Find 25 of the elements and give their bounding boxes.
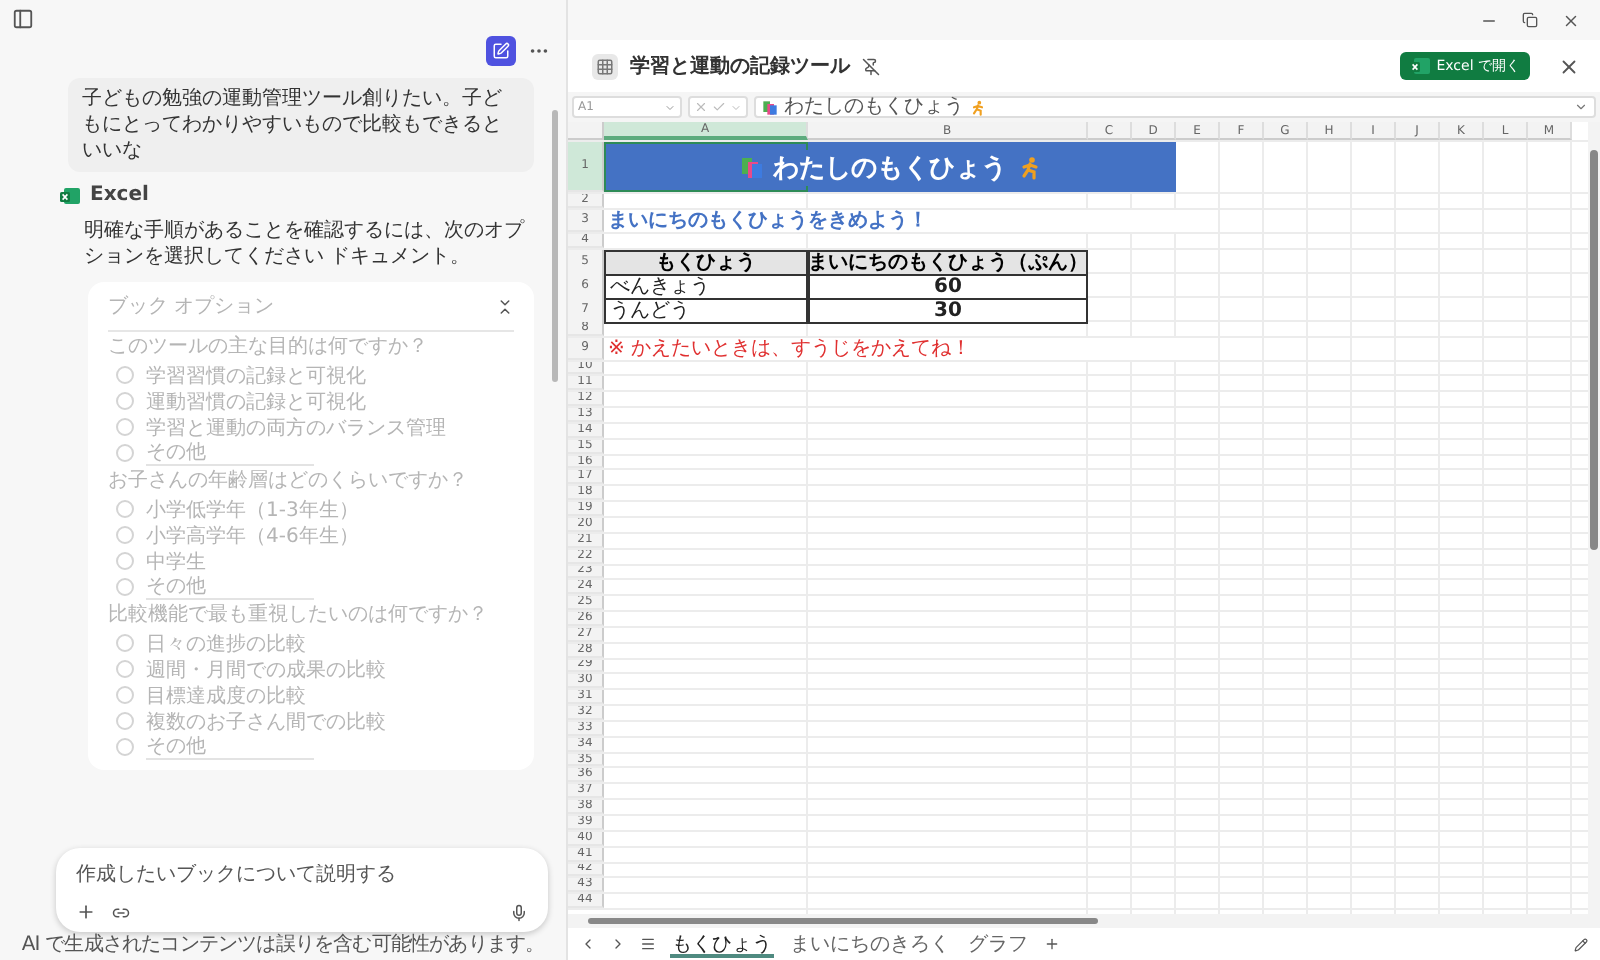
question-text: このツールの主な目的は何ですか？ (108, 336, 430, 360)
table-cell[interactable]: ※ かえたいときは、すうじをかえてね！ (604, 337, 1176, 360)
assistant-name: Excel (90, 184, 149, 206)
table-cell[interactable]: 30 (808, 297, 1088, 324)
formula-text: わたしのもくひょう (784, 97, 964, 117)
assistant-message: 明確な手順があることを確認するには、次のオプションを選択してください ドキュメント。 (82, 218, 527, 270)
table-cell[interactable]: まいにちのもくひょう（ぷん） (808, 249, 1088, 276)
sheet-tab[interactable]: グラフ (966, 930, 1030, 958)
title-cell[interactable]: わたしのもくひょう (604, 142, 1176, 192)
sheet-tab[interactable]: もくひょう (670, 930, 774, 958)
card-title: ブック オプション (108, 293, 275, 320)
prompt-input[interactable]: 作成したいブックについて説明する (76, 864, 528, 886)
table-cell[interactable]: うんどう (604, 297, 808, 324)
formula-field[interactable]: わたしのもくひょう (754, 96, 1596, 118)
table-cell[interactable]: もくひょう (604, 249, 808, 276)
sheet-title: わたしのもくひょう (773, 149, 1007, 185)
question-text: お子さんの年齢層はどのくらいですか？ (108, 470, 470, 494)
question-text: 比較機能で最も重視したいのは何ですか？ (108, 604, 490, 628)
prompt-box[interactable]: 作成したいブックについて説明する (56, 848, 548, 932)
table-cell[interactable]: べんきょう (604, 273, 808, 300)
sheet-tab[interactable]: まいにちのきろく (788, 930, 952, 958)
disclaimer-text: AI で生成されたコンテンツは誤りを含む可能性があります。 (19, 931, 547, 958)
user-message: 子どもの勉強の運動管理ツール創りたい。子どもにとってわかりやすいもので比較もできるといいな (68, 78, 534, 172)
workbook-title: 学習と運動の記録ツール (630, 53, 850, 80)
table-cell[interactable]: 60 (808, 273, 1088, 300)
